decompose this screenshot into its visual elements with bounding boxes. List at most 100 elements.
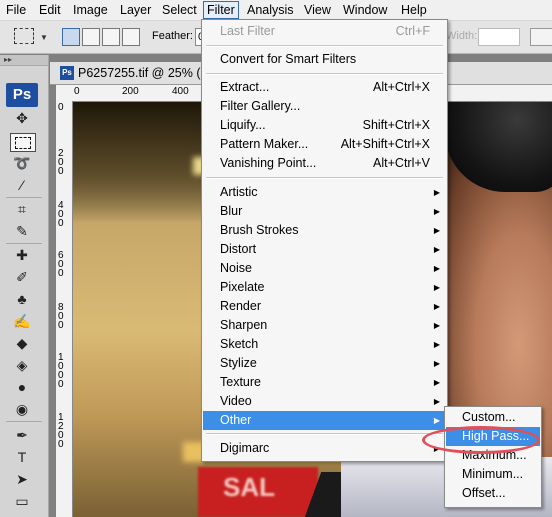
menu-item-label: Noise (220, 261, 252, 275)
lasso-tool-icon[interactable]: ➰ (10, 155, 34, 172)
menu-item-label: Render (220, 299, 261, 313)
menu-layer[interactable]: Layer (117, 2, 154, 18)
menu-window[interactable]: Window (340, 2, 390, 18)
menu-item-label: Last Filter (220, 24, 275, 38)
ruler-tick-label: 1 0 0 0 (58, 352, 64, 390)
ruler-tick-label: 4 0 0 (58, 200, 64, 229)
menu-item-liquify[interactable]: Liquify... Shift+Ctrl+X (203, 116, 446, 135)
menu-file[interactable]: File (3, 2, 29, 18)
submenu-arrow-icon: ▶ (433, 340, 440, 349)
menu-item-distort[interactable]: Distort ▶ (203, 240, 446, 259)
menu-item-label: Brush Strokes (220, 223, 299, 237)
type-tool-icon[interactable]: T (10, 449, 34, 466)
intersect-selection-icon[interactable] (122, 28, 140, 46)
history-brush-tool-icon[interactable]: ✍ (10, 313, 34, 330)
photoshop-logo: Ps (6, 83, 38, 107)
ruler-tick-label: 0 (74, 86, 80, 97)
menu-item-stylize[interactable]: Stylize ▶ (203, 354, 446, 373)
menu-item-shortcut: Alt+Ctrl+V (373, 156, 430, 170)
vertical-ruler[interactable]: 0 2 0 0 4 0 0 6 0 0 8 0 0 1 0 0 0 1 2 0 … (56, 101, 73, 517)
slice-tool-icon[interactable]: ✎ (10, 223, 34, 240)
dodge-tool-icon[interactable]: ◉ (10, 401, 34, 418)
submenu-arrow-icon: ▶ (433, 359, 440, 368)
ruler-tick-label: 8 0 0 (58, 302, 64, 331)
move-tool-icon[interactable]: ✥ (10, 110, 34, 127)
menu-item-sharpen[interactable]: Sharpen ▶ (203, 316, 446, 335)
menu-item-texture[interactable]: Texture ▶ (203, 373, 446, 392)
ruler-tick-label: 6 0 0 (58, 250, 64, 279)
healing-brush-tool-icon[interactable]: ✚ (10, 247, 34, 264)
menu-item-label: Video (220, 394, 252, 408)
menu-separator (206, 433, 443, 435)
menu-item-extract[interactable]: Extract... Alt+Ctrl+X (203, 78, 446, 97)
menu-item-pixelate[interactable]: Pixelate ▶ (203, 278, 446, 297)
add-selection-icon[interactable] (82, 28, 100, 46)
eraser-tool-icon[interactable]: ◆ (10, 335, 34, 352)
menu-item-digimarc[interactable]: Digimarc ▶ (203, 439, 446, 458)
submenu-item-custom[interactable]: Custom... (446, 408, 540, 427)
menu-item-other[interactable]: Other ▶ (203, 411, 446, 430)
menu-item-sketch[interactable]: Sketch ▶ (203, 335, 446, 354)
width-input[interactable] (478, 28, 520, 46)
rectangle-shape-tool-icon[interactable]: ▭ (10, 493, 34, 510)
crop-tool-icon[interactable]: ⌗ (10, 201, 34, 218)
submenu-arrow-icon: ▶ (433, 188, 440, 197)
refine-edge-button[interactable] (530, 28, 552, 46)
new-selection-icon[interactable] (62, 28, 80, 46)
ruler-tick-label: 1 2 0 0 (58, 412, 64, 450)
menu-item-brush-strokes[interactable]: Brush Strokes ▶ (203, 221, 446, 240)
preset-dropdown-icon[interactable]: ▼ (40, 33, 48, 42)
menu-item-video[interactable]: Video ▶ (203, 392, 446, 411)
ruler-tick-label: 2 0 0 (58, 148, 64, 177)
menu-item-label: Artistic (220, 185, 258, 199)
menu-item-label: Minimum... (462, 467, 524, 481)
menu-item-shortcut: Alt+Ctrl+X (373, 80, 430, 94)
width-label: Width: (446, 30, 478, 42)
menu-item-noise[interactable]: Noise ▶ (203, 259, 446, 278)
menu-analysis[interactable]: Analysis (244, 2, 297, 18)
selection-mode-group (62, 28, 140, 46)
menu-item-convert-smart-filters[interactable]: Convert for Smart Filters (203, 50, 446, 69)
menu-item-label: Distort (220, 242, 257, 256)
menu-view[interactable]: View (301, 2, 334, 18)
menu-item-label: Custom... (462, 410, 516, 424)
submenu-item-offset[interactable]: Offset... (446, 484, 540, 503)
menu-image[interactable]: Image (70, 2, 111, 18)
menu-item-shortcut: Shift+Ctrl+X (362, 118, 430, 132)
menu-select[interactable]: Select (159, 2, 200, 18)
marquee-preset-icon[interactable] (14, 28, 34, 44)
menu-item-shortcut: Ctrl+F (395, 24, 430, 38)
menu-filter[interactable]: Filter (203, 1, 239, 19)
menu-item-pattern-maker[interactable]: Pattern Maker... Alt+Shift+Ctrl+X (203, 135, 446, 154)
ruler-origin[interactable] (56, 85, 73, 102)
tools-panel: ▸▸ Ps ✥ ➰ ⁄ ⌗ ✎ ✚ ✐ ♣ ✍ ◆ ◈ ● ◉ ✒ T ➤ ▭ (0, 55, 49, 517)
menu-item-artistic[interactable]: Artistic ▶ (203, 183, 446, 202)
menu-item-filter-gallery[interactable]: Filter Gallery... (203, 97, 446, 116)
ruler-tick-label: 400 (172, 86, 189, 97)
subtract-selection-icon[interactable] (102, 28, 120, 46)
clone-stamp-tool-icon[interactable]: ♣ (10, 291, 34, 308)
menu-item-label: Pixelate (220, 280, 265, 294)
marquee-tool-icon[interactable] (10, 133, 36, 152)
paint-bucket-tool-icon[interactable]: ◈ (10, 357, 34, 374)
submenu-arrow-icon: ▶ (433, 245, 440, 254)
tools-panel-grip[interactable]: ▸▸ (0, 55, 48, 66)
submenu-arrow-icon: ▶ (433, 378, 440, 387)
menu-item-label: Convert for Smart Filters (220, 52, 357, 66)
menu-help[interactable]: Help (398, 2, 430, 18)
ruler-tick-label: 0 (58, 102, 64, 113)
annotation-highlight-ring (422, 426, 540, 454)
submenu-arrow-icon: ▶ (433, 283, 440, 292)
path-selection-tool-icon[interactable]: ➤ (10, 471, 34, 488)
menu-item-label: Sketch (220, 337, 259, 351)
menu-edit[interactable]: Edit (36, 2, 64, 18)
submenu-item-minimum[interactable]: Minimum... (446, 465, 540, 484)
magic-wand-tool-icon[interactable]: ⁄ (10, 177, 34, 194)
menu-item-vanishing-point[interactable]: Vanishing Point... Alt+Ctrl+V (203, 154, 446, 173)
menu-item-label: Digimarc (220, 441, 270, 455)
menu-item-render[interactable]: Render ▶ (203, 297, 446, 316)
pen-tool-icon[interactable]: ✒ (10, 427, 34, 444)
menu-item-blur[interactable]: Blur ▶ (203, 202, 446, 221)
blur-tool-icon[interactable]: ● (10, 379, 34, 396)
brush-tool-icon[interactable]: ✐ (10, 269, 34, 286)
